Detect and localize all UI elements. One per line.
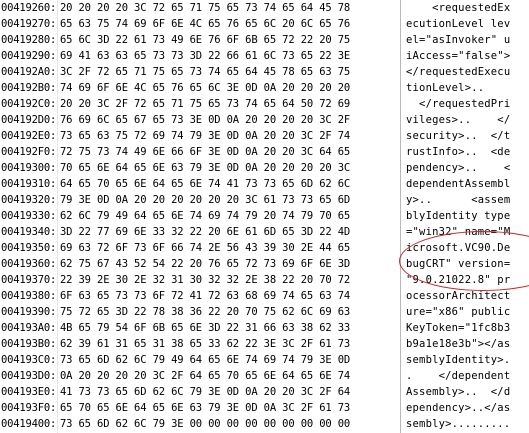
row-ascii-text[interactable]: <requestedEx <box>406 0 510 16</box>
row-address: 004193D0: <box>1 370 57 382</box>
row-address: 00419260: <box>1 2 57 14</box>
row-ascii-text[interactable]: "9.0.21022.8" pr <box>406 272 510 288</box>
row-address: 004193E0: <box>1 386 57 398</box>
row-address: 00419340: <box>1 226 57 238</box>
row-ascii-text[interactable]: vileges>.. </ <box>406 112 510 128</box>
row-ascii-text[interactable]: icrosoft.VC90.De <box>406 240 510 256</box>
row-ascii-text[interactable]: y>.. <assem <box>406 192 510 208</box>
row-hex-bytes[interactable]: 72 75 73 74 49 6E 66 6F 3E 0D 0A 20 20 3… <box>60 144 350 160</box>
row-address: 00419390: <box>1 306 57 318</box>
row-ascii-text[interactable]: tionLevel>.. <box>406 80 510 96</box>
row-hex-bytes[interactable]: 73 65 63 75 72 69 74 79 3E 0D 0A 20 20 3… <box>60 128 350 144</box>
row-ascii-text[interactable]: b9a1e18e3b"></as <box>406 336 510 352</box>
row-ascii-text[interactable]: semblyIdentity>. <box>406 352 510 368</box>
row-hex-bytes[interactable]: 41 73 73 65 6D 62 6C 79 3E 0D 0A 20 20 3… <box>60 384 350 400</box>
row-address: 004193A0: <box>1 322 57 334</box>
row-hex-bytes[interactable]: 70 65 6E 64 65 6E 63 79 3E 0D 0A 20 20 2… <box>60 160 350 176</box>
row-hex-bytes[interactable]: 65 70 65 6E 64 65 6E 63 79 3E 0D 0A 3C 2… <box>60 400 350 416</box>
row-address: 00419320: <box>1 194 57 206</box>
address-column-divider <box>57 0 58 433</box>
row-hex-bytes[interactable]: 74 69 6F 6E 4C 65 76 65 6C 3E 0D 0A 20 2… <box>60 80 350 96</box>
row-hex-bytes[interactable]: 6F 63 65 73 73 6F 72 41 72 63 68 69 74 6… <box>60 288 350 304</box>
row-hex-bytes[interactable]: 3C 2F 72 65 71 75 65 73 74 65 64 45 78 6… <box>60 64 350 80</box>
row-hex-bytes[interactable]: 69 41 63 63 65 73 73 3D 22 66 61 6C 73 6… <box>60 48 350 64</box>
row-ascii-text[interactable]: ependency>..</as <box>406 400 510 416</box>
row-ascii-text[interactable]: </requestedPri <box>406 96 510 112</box>
row-hex-bytes[interactable]: 75 72 65 3D 22 78 38 36 22 20 70 75 62 6… <box>60 304 350 320</box>
row-ascii-text[interactable]: dependentAssembl <box>406 176 510 192</box>
ascii-column-divider <box>400 0 401 433</box>
row-address: 00419350: <box>1 242 57 254</box>
row-address: 00419270: <box>1 18 57 30</box>
row-address: 004192B0: <box>1 82 57 94</box>
row-ascii-text[interactable]: KeyToken="1fc8b3 <box>406 320 510 336</box>
row-address: 004192E0: <box>1 130 57 142</box>
row-address: 004192F0: <box>1 146 57 158</box>
row-address: 004192A0: <box>1 66 57 78</box>
row-ascii-text[interactable]: sembly>......... <box>406 416 510 432</box>
row-ascii-text[interactable]: blyIdentity type <box>406 208 510 224</box>
row-ascii-text[interactable]: security>.. </t <box>406 128 510 144</box>
row-ascii-text[interactable]: ure="x86" public <box>406 304 510 320</box>
row-address: 00419370: <box>1 274 57 286</box>
row-address: 004192D0: <box>1 114 57 126</box>
row-hex-bytes[interactable]: 20 20 3C 2F 72 65 71 75 65 73 74 65 64 5… <box>60 96 350 112</box>
row-ascii-text[interactable]: Assembly>.. </d <box>406 384 510 400</box>
row-hex-bytes[interactable]: 0A 20 20 20 20 3C 2F 64 65 70 65 6E 64 6… <box>60 368 350 384</box>
row-address: 00419310: <box>1 178 57 190</box>
row-hex-bytes[interactable]: 65 63 75 74 69 6F 6E 4C 65 76 65 6C 20 6… <box>60 16 350 32</box>
row-address: 004193C0: <box>1 354 57 366</box>
row-hex-bytes[interactable]: 65 6C 3D 22 61 73 49 6E 76 6F 6B 65 72 2… <box>60 32 350 48</box>
row-hex-bytes[interactable]: 76 69 6C 65 67 65 73 3E 0D 0A 20 20 20 2… <box>60 112 350 128</box>
row-hex-bytes[interactable]: 64 65 70 65 6E 64 65 6E 74 41 73 73 65 6… <box>60 176 350 192</box>
row-ascii-text[interactable]: el="asInvoker" u <box>406 32 510 48</box>
row-hex-bytes[interactable]: 62 75 67 43 52 54 22 20 76 65 72 73 69 6… <box>60 256 350 272</box>
row-address: 004193B0: <box>1 338 57 350</box>
row-address: 00419360: <box>1 258 57 270</box>
row-address: 00419380: <box>1 290 57 302</box>
row-address: 00419280: <box>1 34 57 46</box>
row-address: 00419290: <box>1 50 57 62</box>
row-hex-bytes[interactable]: 69 63 72 6F 73 6F 66 74 2E 56 43 39 30 2… <box>60 240 350 256</box>
row-ascii-text[interactable]: ocessorArchitect <box>406 288 510 304</box>
row-ascii-text[interactable]: bugCRT" version= <box>406 256 510 272</box>
row-hex-bytes[interactable]: 4B 65 79 54 6F 6B 65 6E 3D 22 31 66 63 3… <box>60 320 350 336</box>
row-ascii-text[interactable]: rustInfo>.. <de <box>406 144 510 160</box>
row-ascii-text[interactable]: ecutionLevel lev <box>406 16 510 32</box>
row-ascii-text[interactable]: ="win32" name="M <box>406 224 510 240</box>
row-address: 004193F0: <box>1 402 57 414</box>
row-ascii-text[interactable]: </requestedExecu <box>406 64 510 80</box>
row-address: 004192C0: <box>1 98 57 110</box>
row-ascii-text[interactable]: iAccess="false"> <box>406 48 510 64</box>
row-hex-bytes[interactable]: 73 65 6D 62 6C 79 3E 00 00 00 00 00 00 0… <box>60 416 350 432</box>
row-hex-bytes[interactable]: 3D 22 77 69 6E 33 32 22 20 6E 61 6D 65 3… <box>60 224 350 240</box>
row-address: 00419400: <box>1 418 57 430</box>
row-address: 00419330: <box>1 210 57 222</box>
row-hex-bytes[interactable]: 20 20 20 20 3C 72 65 71 75 65 73 74 65 6… <box>60 0 350 16</box>
hex-viewer[interactable]: 00419260: 20 20 20 20 3C 72 65 71 75 65 7… <box>0 0 529 433</box>
row-ascii-text[interactable]: . </dependent <box>406 368 510 384</box>
row-hex-bytes[interactable]: 79 3E 0D 0A 20 20 20 20 20 20 3C 61 73 7… <box>60 192 350 208</box>
row-hex-bytes[interactable]: 22 39 2E 30 2E 32 31 30 32 32 2E 38 22 2… <box>60 272 350 288</box>
row-address: 00419300: <box>1 162 57 174</box>
row-hex-bytes[interactable]: 73 65 6D 62 6C 79 49 64 65 6E 74 69 74 7… <box>60 352 350 368</box>
row-hex-bytes[interactable]: 62 6C 79 49 64 65 6E 74 69 74 79 20 74 7… <box>60 208 350 224</box>
row-ascii-text[interactable]: pendency>.. < <box>406 160 510 176</box>
row-hex-bytes[interactable]: 62 39 61 31 65 31 38 65 33 62 22 3E 3C 2… <box>60 336 350 352</box>
